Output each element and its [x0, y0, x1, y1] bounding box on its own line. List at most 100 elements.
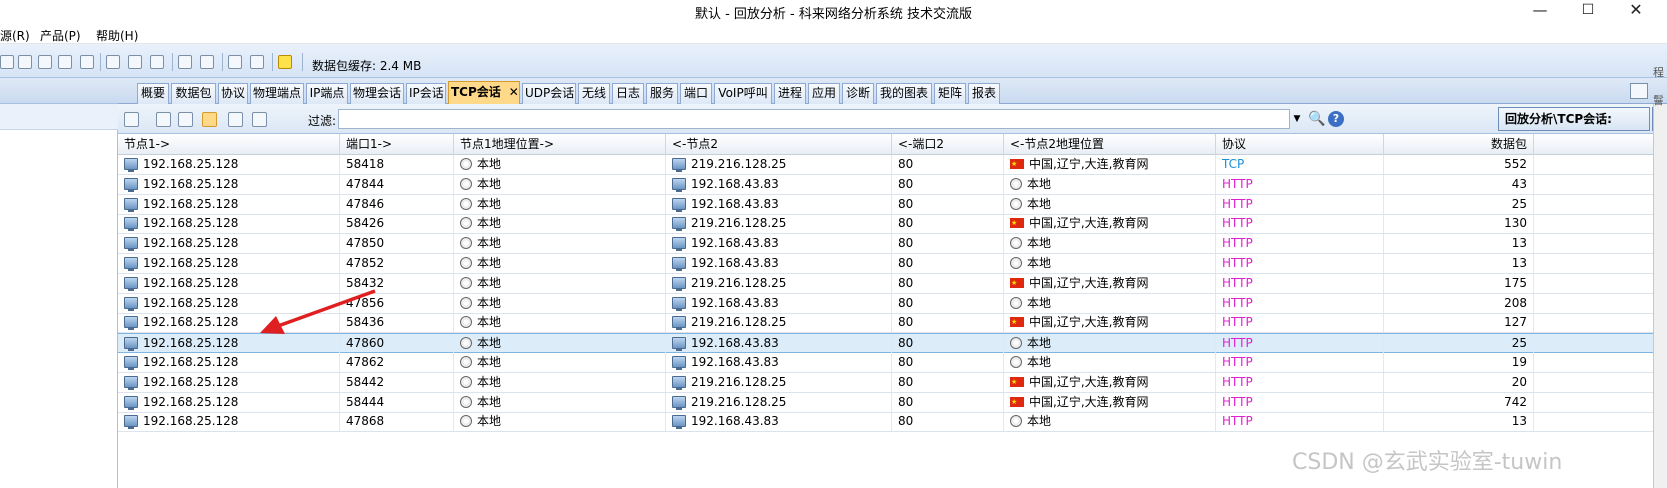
collapse-icon[interactable] [156, 112, 171, 127]
table-row[interactable]: 192.168.25.128 58432 本地 219.216.128.25 80 中国,… [118, 273, 1653, 294]
cell-text: 43 [1511, 176, 1527, 191]
tab-my-charts[interactable]: 我的图表 [876, 83, 932, 104]
cell-text: 本地 [477, 315, 502, 330]
tab-physical-endpoints[interactable]: 物理端点 [250, 83, 304, 104]
tab-udp-conversations[interactable]: UDP会话 [522, 83, 576, 104]
column-header[interactable]: <-节点2 [666, 134, 892, 155]
tab-protocol[interactable]: 协议 [218, 83, 248, 104]
menu-source[interactable]: 源(R) [0, 27, 30, 44]
table-cell-geo1: 本地 [454, 273, 666, 293]
menu-help[interactable]: 帮助(H) [96, 27, 138, 44]
left-panel-selected-item[interactable] [0, 104, 118, 130]
table-row[interactable]: 192.168.25.128 47846 本地 192.168.43.83 80 本地 HT… [118, 194, 1653, 215]
tab-tcp-conversations[interactable]: TCP会话 ✕ [448, 81, 520, 104]
warning-icon[interactable] [278, 55, 292, 69]
tab-log[interactable]: 日志 [612, 83, 644, 104]
globe-icon [460, 177, 472, 190]
cell-text: 192.168.43.83 [691, 355, 779, 369]
close-button[interactable]: ✕ [1614, 0, 1658, 22]
column-header[interactable]: 数据包 [1384, 134, 1534, 155]
table-row[interactable]: 192.168.25.128 58418 本地 219.216.128.25 80 中国,… [118, 155, 1653, 175]
column-header[interactable]: <-端口2 [892, 134, 1004, 155]
filter-input[interactable] [338, 109, 1290, 129]
column-header[interactable]: 协议 [1216, 134, 1384, 155]
back-icon[interactable] [200, 55, 214, 69]
cell-text: 中国,辽宁,大连,教育网 [1029, 275, 1149, 290]
column-header[interactable]: 节点1地理位置-> [454, 134, 666, 155]
cell-text: 219.216.128.25 [691, 374, 787, 389]
network-icon[interactable] [18, 55, 32, 69]
cell-text: 本地 [477, 275, 502, 290]
chevron-down-icon[interactable]: ▼ [1290, 109, 1304, 129]
highlight-icon[interactable] [202, 112, 217, 127]
refresh-icon[interactable] [252, 112, 267, 127]
table-row[interactable]: 192.168.25.128 47844 本地 192.168.43.83 80 本地 HT… [118, 174, 1653, 195]
trash-icon[interactable] [106, 55, 120, 69]
table-row[interactable]: 192.168.25.128 47856 本地 192.168.43.83 80 本地 HT… [118, 293, 1653, 314]
table-cell-packets: 19 [1384, 353, 1534, 372]
export-icon[interactable] [124, 112, 139, 127]
table-cell-geo1: 本地 [454, 392, 666, 412]
tab-packets[interactable]: 数据包 [171, 83, 216, 104]
title-bar: 默认 - 回放分析 - 科来网络分析系统 技术交流版 — ☐ ✕ [0, 0, 1667, 22]
cell-text: 80 [898, 196, 914, 211]
edit-icon[interactable] [228, 55, 242, 69]
close-tab-icon[interactable]: ✕ [509, 85, 519, 99]
menu-product[interactable]: 产品(P) [40, 27, 81, 44]
help-icon[interactable]: ? [1328, 111, 1344, 127]
table-row[interactable]: 192.168.25.128 47852 本地 192.168.43.83 80 本地 HT… [118, 254, 1653, 274]
table-cell-port1: 58418 [340, 155, 454, 174]
node-icon[interactable] [0, 55, 14, 69]
table-cell-geo1: 本地 [454, 194, 666, 214]
cell-text: 本地 [477, 414, 502, 429]
add-icon[interactable] [38, 55, 52, 69]
table-row[interactable]: 192.168.25.128 58442 本地 219.216.128.25 80 中国,… [118, 372, 1653, 393]
table-row[interactable]: 192.168.25.128 47868 本地 192.168.43.83 80 本地 HT… [118, 412, 1653, 433]
host-icon [672, 197, 686, 212]
tab-ports[interactable]: 端口 [680, 83, 712, 104]
refresh-icon[interactable] [178, 55, 192, 69]
column-header[interactable]: 节点1-> [118, 134, 340, 155]
maximize-button[interactable]: ☐ [1566, 0, 1610, 22]
tab-ip-conversations[interactable]: IP会话 [406, 83, 446, 104]
tab-voip-calls[interactable]: VoIP呼叫 [714, 83, 772, 104]
cell-text: 本地 [1027, 355, 1052, 369]
clear-filter-icon[interactable] [228, 112, 243, 127]
table-cell-packets: 552 [1384, 155, 1534, 174]
topology-icon[interactable] [80, 55, 94, 69]
table-row[interactable]: 192.168.25.128 58436 本地 219.216.128.25 80 中国,… [118, 313, 1653, 334]
tab-summary[interactable]: 概要 [137, 83, 169, 104]
column-header[interactable]: 端口1-> [340, 134, 454, 155]
minimize-button[interactable]: — [1518, 0, 1562, 22]
china-flag-icon [1010, 155, 1024, 174]
table-row[interactable]: 192.168.25.128 58426 本地 219.216.128.25 80 中国,… [118, 214, 1653, 235]
report-icon[interactable] [250, 55, 264, 69]
expand-icon[interactable] [178, 112, 193, 127]
tab-diagnosis[interactable]: 诊断 [842, 83, 874, 104]
search-icon[interactable]: 🔍 [1308, 111, 1325, 127]
tab-processes[interactable]: 进程 [774, 83, 806, 104]
cell-text: 本地 [477, 355, 502, 369]
column-header[interactable]: <-节点2地理位置 [1004, 134, 1216, 155]
table-row[interactable]: 192.168.25.128 47862 本地 192.168.43.83 80 本地 HT… [118, 353, 1653, 373]
panel-options-icon[interactable] [1630, 83, 1648, 99]
table-row[interactable]: 192.168.25.128 47860 本地 192.168.43.83 80 本地 HT… [118, 333, 1653, 354]
toolbar-separator [172, 53, 173, 71]
tab-services[interactable]: 服务 [646, 83, 678, 104]
tab-wireless[interactable]: 无线 [578, 83, 610, 104]
cell-text: 192.168.43.83 [691, 414, 779, 429]
tab-ip-endpoints[interactable]: IP端点 [306, 83, 348, 104]
save-icon[interactable] [150, 55, 164, 69]
table-row[interactable]: 192.168.25.128 47850 本地 192.168.43.83 80 本地 HT… [118, 234, 1653, 255]
cell-text: 127 [1504, 315, 1527, 330]
filter-icon[interactable] [128, 55, 142, 69]
cell-text: HTTP [1222, 355, 1253, 369]
tab-matrix[interactable]: 矩阵 [934, 83, 966, 104]
host-icon [672, 276, 686, 291]
tab-applications[interactable]: 应用 [808, 83, 840, 104]
cell-text: 208 [1504, 295, 1527, 310]
list-icon[interactable] [58, 55, 72, 69]
table-row[interactable]: 192.168.25.128 58444 本地 219.216.128.25 80 中国,… [118, 392, 1653, 413]
tab-physical-conversations[interactable]: 物理会话 [350, 83, 404, 104]
tab-reports[interactable]: 报表 [968, 83, 1000, 104]
